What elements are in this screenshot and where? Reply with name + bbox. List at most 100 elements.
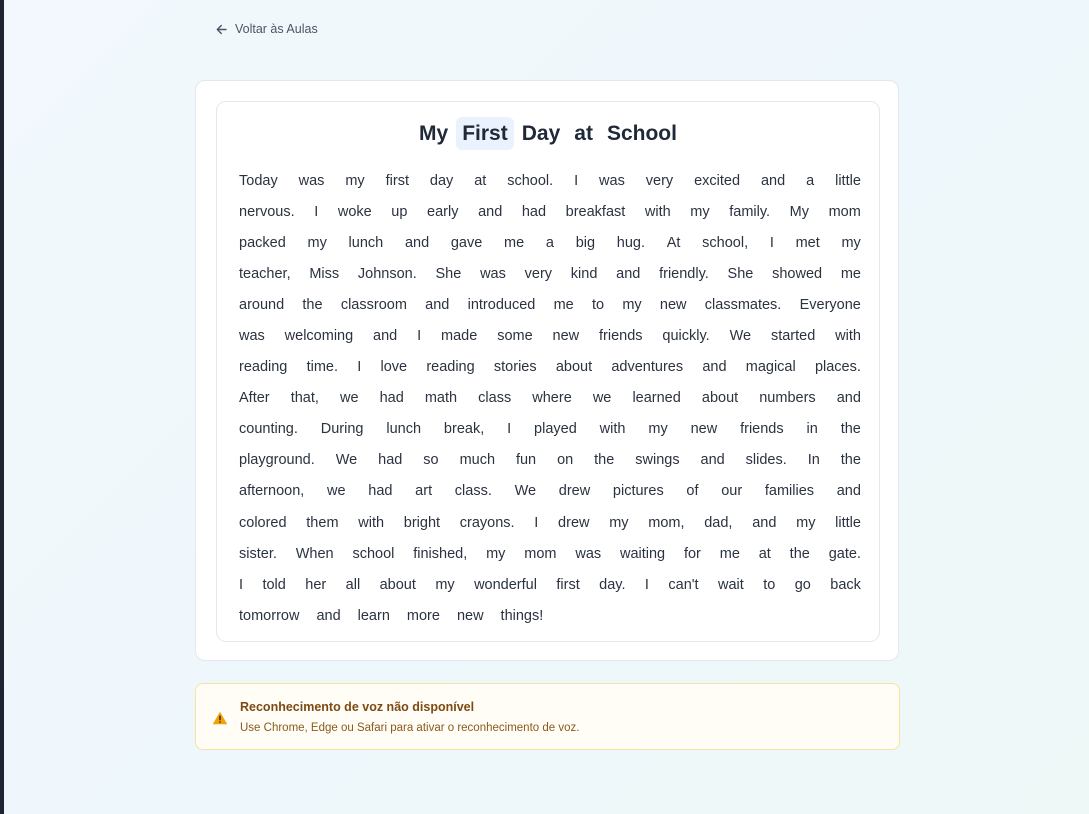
story-word[interactable]: things!: [501, 608, 544, 624]
story-word[interactable]: I: [357, 359, 361, 375]
story-word[interactable]: new: [457, 608, 484, 624]
story-word[interactable]: art: [415, 483, 432, 499]
story-word[interactable]: and: [752, 515, 776, 531]
story-word[interactable]: We: [336, 452, 358, 468]
story-word[interactable]: started: [771, 328, 815, 344]
story-word[interactable]: my: [609, 515, 628, 531]
story-word[interactable]: played: [534, 421, 577, 437]
story-word[interactable]: showed: [772, 266, 822, 282]
story-word[interactable]: all: [346, 577, 361, 593]
story-word[interactable]: family.: [729, 204, 770, 220]
story-word[interactable]: We: [515, 483, 537, 499]
story-word[interactable]: of: [686, 483, 698, 499]
story-word[interactable]: with: [835, 328, 861, 344]
story-word[interactable]: had: [368, 483, 392, 499]
story-word[interactable]: them: [306, 515, 338, 531]
story-word[interactable]: and: [702, 359, 726, 375]
story-word[interactable]: We: [730, 328, 752, 344]
story-word[interactable]: the: [841, 421, 861, 437]
story-word[interactable]: excited: [694, 173, 740, 189]
story-word[interactable]: very: [646, 173, 673, 189]
story-word[interactable]: for: [684, 546, 701, 562]
story-word[interactable]: the: [594, 452, 614, 468]
story-word[interactable]: I: [507, 421, 511, 437]
story-word[interactable]: hug.: [617, 235, 645, 251]
title-word[interactable]: First: [456, 117, 514, 150]
story-word[interactable]: pictures: [613, 483, 664, 499]
story-word[interactable]: where: [532, 390, 572, 406]
story-word[interactable]: new: [660, 297, 687, 313]
story-word[interactable]: and: [837, 483, 861, 499]
story-word[interactable]: kind: [571, 266, 598, 282]
story-word[interactable]: gate.: [829, 546, 861, 562]
story-word[interactable]: about: [702, 390, 738, 406]
story-word[interactable]: about: [380, 577, 416, 593]
story-word[interactable]: so: [423, 452, 438, 468]
story-word[interactable]: and: [837, 390, 861, 406]
story-word[interactable]: classroom: [341, 297, 407, 313]
story-word[interactable]: dad,: [704, 515, 732, 531]
story-word[interactable]: gave: [451, 235, 482, 251]
story-word[interactable]: mom: [829, 204, 861, 220]
story-word[interactable]: crayons.: [460, 515, 515, 531]
story-word[interactable]: we: [593, 390, 612, 406]
story-word[interactable]: numbers: [759, 390, 815, 406]
story-word[interactable]: stories: [494, 359, 537, 375]
story-word[interactable]: I: [574, 173, 578, 189]
story-word[interactable]: drew: [559, 483, 590, 499]
story-word[interactable]: When: [296, 546, 334, 562]
story-word[interactable]: friendly.: [659, 266, 709, 282]
story-word[interactable]: mom,: [648, 515, 684, 531]
story-word[interactable]: told: [262, 577, 285, 593]
story-word[interactable]: me: [504, 235, 524, 251]
story-word[interactable]: early: [427, 204, 458, 220]
story-word[interactable]: my: [345, 173, 364, 189]
story-word[interactable]: my: [486, 546, 505, 562]
story-word[interactable]: at: [759, 546, 771, 562]
story-word[interactable]: colored: [239, 515, 287, 531]
story-word[interactable]: little: [835, 173, 861, 189]
story-word[interactable]: learned: [632, 390, 680, 406]
story-word[interactable]: my: [796, 515, 815, 531]
story-word[interactable]: met: [796, 235, 820, 251]
story-word[interactable]: reading: [239, 359, 287, 375]
story-word[interactable]: and: [761, 173, 785, 189]
story-word[interactable]: She: [436, 266, 462, 282]
back-to-lessons-link[interactable]: Voltar às Aulas: [215, 22, 318, 36]
story-word[interactable]: class: [478, 390, 511, 406]
story-word[interactable]: my: [307, 235, 326, 251]
story-word[interactable]: learn: [358, 608, 390, 624]
story-word[interactable]: more: [407, 608, 440, 624]
story-word[interactable]: can't: [668, 577, 698, 593]
story-word[interactable]: counting.: [239, 421, 298, 437]
story-word[interactable]: My: [790, 204, 809, 220]
story-word[interactable]: my: [435, 577, 454, 593]
story-word[interactable]: magical: [746, 359, 796, 375]
title-word[interactable]: Day: [516, 117, 567, 150]
story-word[interactable]: her: [305, 577, 326, 593]
story-word[interactable]: with: [600, 421, 626, 437]
story-word[interactable]: and: [616, 266, 640, 282]
story-word[interactable]: and: [405, 235, 429, 251]
story-word[interactable]: new: [691, 421, 718, 437]
story-word[interactable]: families: [765, 483, 814, 499]
story-word[interactable]: playground.: [239, 452, 315, 468]
story-word[interactable]: I: [314, 204, 318, 220]
story-word[interactable]: I: [645, 577, 649, 593]
story-word[interactable]: school: [352, 546, 394, 562]
story-word[interactable]: the: [302, 297, 322, 313]
story-word[interactable]: lunch: [349, 235, 384, 251]
story-word[interactable]: I: [417, 328, 421, 344]
title-word[interactable]: School: [601, 117, 683, 150]
story-word[interactable]: math: [425, 390, 457, 406]
story-word[interactable]: much: [460, 452, 495, 468]
story-word[interactable]: up: [391, 204, 407, 220]
story-word[interactable]: tomorrow: [239, 608, 299, 624]
story-word[interactable]: around: [239, 297, 284, 313]
story-word[interactable]: school,: [702, 235, 748, 251]
story-word[interactable]: a: [806, 173, 814, 189]
story-word[interactable]: classmates.: [705, 297, 782, 313]
story-word[interactable]: my: [841, 235, 860, 251]
story-word[interactable]: sister.: [239, 546, 277, 562]
story-word[interactable]: packed: [239, 235, 286, 251]
